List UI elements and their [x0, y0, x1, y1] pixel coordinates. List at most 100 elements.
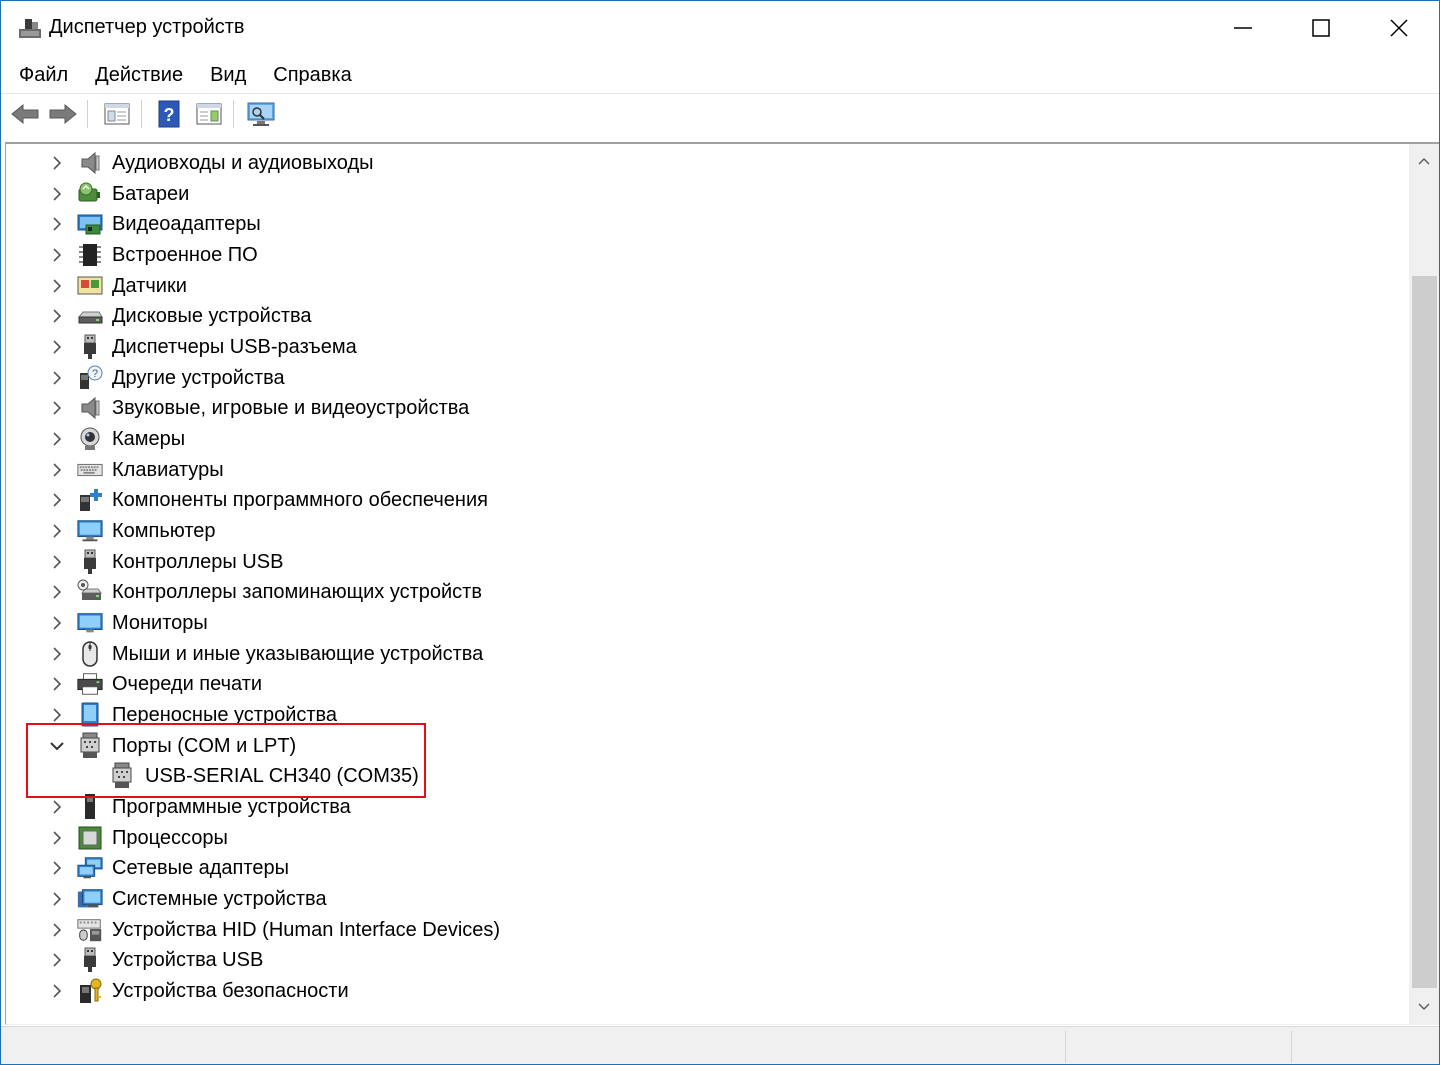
scrollbar-thumb[interactable]: [1412, 276, 1437, 988]
expand-chevron-icon[interactable]: [50, 555, 64, 569]
toolbar-separator: [87, 100, 88, 128]
expand-chevron-icon[interactable]: [50, 340, 64, 354]
tree-item-label: Порты (COM и LPT): [112, 735, 297, 757]
tree-category-item[interactable]: Очереди печати: [6, 669, 1409, 699]
expand-chevron-icon[interactable]: [50, 708, 64, 722]
tree-category-item[interactable]: Аудиовходы и аудиовыходы: [6, 148, 1409, 178]
firmware-chip-icon: [76, 241, 104, 269]
tree-category-item[interactable]: Программные устройства: [6, 792, 1409, 822]
chevron-down-icon: [1418, 1003, 1430, 1011]
tree-category-item[interactable]: Процессоры: [6, 823, 1409, 853]
expand-chevron-icon[interactable]: [50, 616, 64, 630]
close-button[interactable]: [1360, 1, 1438, 55]
expand-chevron-icon[interactable]: [50, 187, 64, 201]
expand-chevron-icon[interactable]: [50, 984, 64, 998]
tree-item-label: Программные устройства: [112, 796, 351, 818]
tree-category-item[interactable]: Камеры: [6, 424, 1409, 454]
maximize-button[interactable]: [1282, 1, 1360, 55]
help-button[interactable]: ?: [153, 98, 185, 130]
tree-item-label: Мыши и иные указывающие устройства: [112, 643, 484, 665]
tree-category-item[interactable]: Компьютер: [6, 516, 1409, 546]
monitor-icon: [76, 609, 104, 637]
expand-chevron-icon[interactable]: [50, 463, 64, 477]
expand-chevron-icon[interactable]: [50, 156, 64, 170]
expand-chevron-icon[interactable]: [50, 647, 64, 661]
tree-category-item[interactable]: Звуковые, игровые и видеоустройства: [6, 393, 1409, 423]
tree-category-item[interactable]: Диспетчеры USB-разъема: [6, 332, 1409, 362]
expand-chevron-icon[interactable]: [50, 309, 64, 323]
tree-item-label: Устройства безопасности: [112, 980, 349, 1002]
tree-item-label: Диспетчеры USB-разъема: [112, 336, 357, 358]
expand-chevron-icon[interactable]: [50, 279, 64, 293]
scroll-up-button[interactable]: [1409, 146, 1439, 176]
expand-chevron-icon[interactable]: [50, 524, 64, 538]
collapse-chevron-icon[interactable]: [50, 739, 64, 753]
expand-chevron-icon[interactable]: [50, 831, 64, 845]
tree-category-item[interactable]: Системные устройства: [6, 884, 1409, 914]
tree-category-item[interactable]: Датчики: [6, 271, 1409, 301]
tree-category-item[interactable]: Устройства USB: [6, 945, 1409, 975]
hid-device-icon: [76, 916, 104, 944]
minimize-button[interactable]: [1204, 1, 1282, 55]
expand-chevron-icon[interactable]: [50, 371, 64, 385]
tree-category-item[interactable]: Порты (COM и LPT): [6, 731, 1409, 761]
expand-chevron-icon[interactable]: [50, 800, 64, 814]
device-manager-app-icon: [18, 16, 42, 40]
expand-chevron-icon[interactable]: [50, 892, 64, 906]
expand-chevron-icon[interactable]: [50, 861, 64, 875]
tree-category-item[interactable]: Видеоадаптеры: [6, 209, 1409, 239]
action-pane-button[interactable]: [193, 98, 225, 130]
expand-chevron-icon[interactable]: [50, 217, 64, 231]
expand-chevron-icon[interactable]: [50, 401, 64, 415]
chevron-up-icon: [1418, 157, 1430, 165]
software-component-icon: [76, 486, 104, 514]
tree-category-item[interactable]: Переносные устройства: [6, 700, 1409, 730]
expand-chevron-icon[interactable]: [50, 953, 64, 967]
expand-chevron-icon[interactable]: [50, 585, 64, 599]
tree-item-label: Клавиатуры: [112, 459, 224, 481]
back-arrow-icon: [11, 103, 39, 125]
back-button[interactable]: [9, 98, 41, 130]
tree-category-item[interactable]: Мониторы: [6, 608, 1409, 638]
device-tree: Аудиовходы и аудиовыходы Батареи Видеоадап…: [6, 144, 1409, 1024]
tree-category-item[interactable]: Клавиатуры: [6, 455, 1409, 485]
expand-chevron-icon[interactable]: [50, 248, 64, 262]
expand-chevron-icon[interactable]: [50, 923, 64, 937]
tree-category-item[interactable]: Устройства HID (Human Interface Devices): [6, 915, 1409, 945]
tree-category-item[interactable]: Сетевые адаптеры: [6, 853, 1409, 883]
tree-category-item[interactable]: Встроенное ПО: [6, 240, 1409, 270]
software-device-icon: [76, 793, 104, 821]
expand-chevron-icon[interactable]: [50, 432, 64, 446]
port-connector-icon: [108, 762, 136, 790]
tree-category-item[interactable]: Контроллеры запоминающих устройств: [6, 577, 1409, 607]
menu-action[interactable]: Действие: [81, 59, 196, 91]
tree-category-item[interactable]: Дисковые устройства: [6, 301, 1409, 331]
scroll-down-button[interactable]: [1409, 992, 1439, 1022]
display-adapter-icon: [76, 210, 104, 238]
minimize-icon: [1234, 27, 1252, 29]
menu-help[interactable]: Справка: [259, 59, 364, 91]
tree-category-item[interactable]: Компоненты программного обеспечения: [6, 485, 1409, 515]
forward-button[interactable]: [47, 98, 79, 130]
svg-text:?: ?: [92, 368, 98, 380]
menu-view[interactable]: Вид: [196, 59, 259, 91]
device-tree-view[interactable]: Аудиовходы и аудиовыходы Батареи Видеоадап…: [5, 142, 1439, 1025]
device-manager-window: Диспетчер устройств Файл Действие Вид Сп…: [0, 0, 1440, 1065]
show-hide-console-tree-button[interactable]: [101, 98, 133, 130]
tree-category-item[interactable]: Устройства безопасности: [6, 976, 1409, 1006]
tree-item-label: Камеры: [112, 428, 186, 450]
scan-hardware-button[interactable]: [245, 98, 277, 130]
printer-icon: [76, 670, 104, 698]
menu-file[interactable]: Файл: [1, 59, 81, 91]
expand-chevron-icon[interactable]: [50, 677, 64, 691]
tree-child-item[interactable]: USB-SERIAL CH340 (COM35): [6, 761, 1409, 791]
tree-category-item[interactable]: ? Другие устройства: [6, 363, 1409, 393]
vertical-scrollbar[interactable]: [1409, 144, 1439, 1024]
tree-category-item[interactable]: Мыши и иные указывающие устройства: [6, 639, 1409, 669]
expand-chevron-icon[interactable]: [50, 493, 64, 507]
tree-category-item[interactable]: Контроллеры USB: [6, 547, 1409, 577]
storage-controller-icon: [76, 578, 104, 606]
status-pane: [1065, 1031, 1292, 1063]
title-bar[interactable]: Диспетчер устройств: [1, 1, 1439, 55]
tree-category-item[interactable]: Батареи: [6, 179, 1409, 209]
